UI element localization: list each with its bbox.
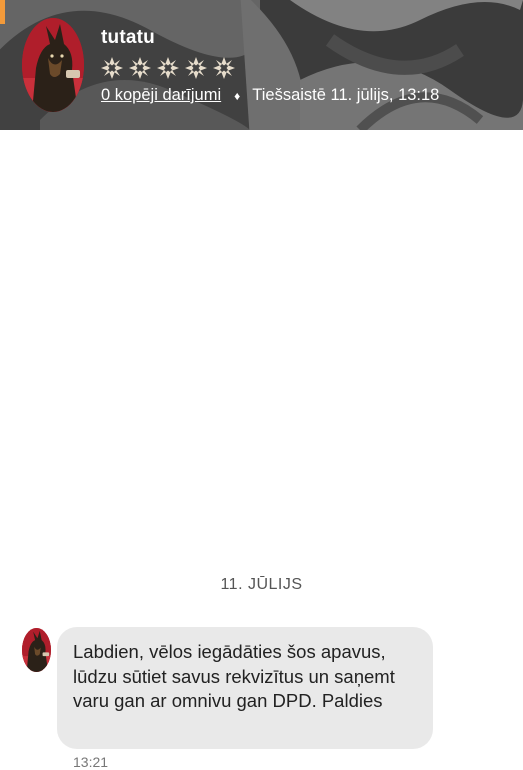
separator-diamond-icon: ♦ — [234, 88, 241, 103]
dog-avatar-image — [22, 18, 84, 112]
profile-meta: 0 kopēji darījumi ♦ Tiešsaistē 11. jūlij… — [101, 86, 439, 105]
star-icon — [157, 57, 179, 79]
message-sender-avatar[interactable] — [22, 628, 51, 672]
username: tutatu — [101, 27, 155, 48]
star-icon — [185, 57, 207, 79]
profile-header: tutatu 0 kopēji darījumi ♦ Tiešsaistē 11… — [0, 0, 523, 130]
transactions-link[interactable]: 0 kopēji darījumi — [101, 86, 221, 105]
date-separator: 11. JŪLIJS — [220, 576, 303, 593]
online-status: Tiešsaistē 11. jūlijs, 13:18 — [252, 86, 440, 104]
dog-avatar-image — [22, 628, 51, 672]
star-icon — [101, 57, 123, 79]
message-bubble[interactable]: Labdien, vēlos iegādāties šos apavus, lū… — [57, 627, 433, 749]
rating-stars — [100, 56, 236, 80]
star-icon — [213, 57, 235, 79]
accent-edge — [0, 0, 5, 24]
star-icon — [129, 57, 151, 79]
profile-avatar[interactable] — [22, 18, 84, 112]
